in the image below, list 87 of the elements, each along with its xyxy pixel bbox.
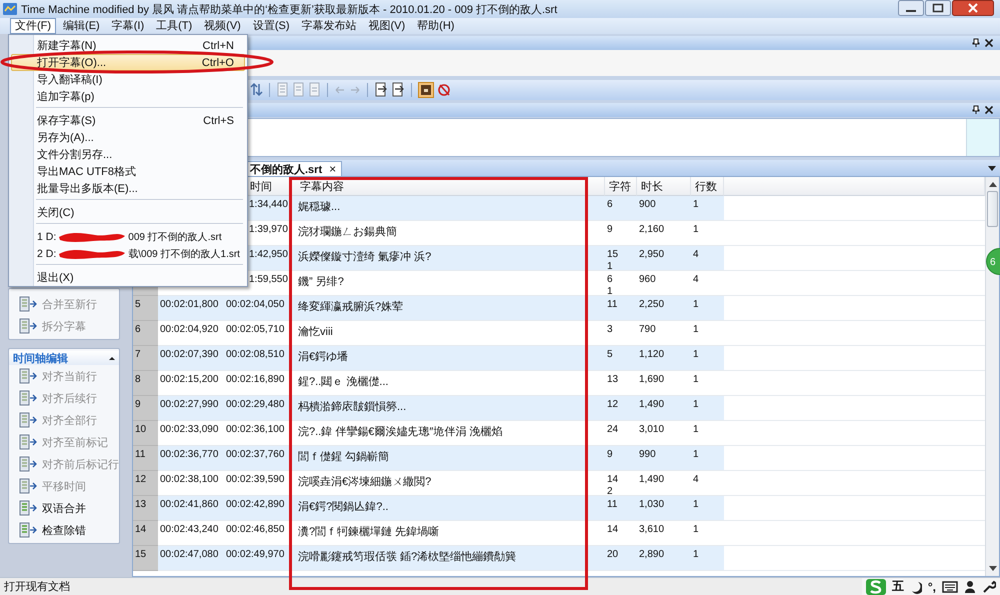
table-cell: 1,030: [637, 496, 691, 521]
table-cell: 20: [605, 546, 637, 571]
table-cell: 2,250: [637, 296, 691, 321]
tab-close-button[interactable]: ×: [329, 163, 336, 175]
table-cell: 2,890: [637, 546, 691, 571]
table-cell: 00:02:49,970: [224, 546, 290, 571]
table-cell: 浜嬫儏鏇寸潱绮 氭瘮冲 浜?: [290, 246, 605, 271]
table-cell: 00:02:41,860: [158, 496, 224, 521]
table-cell: 9: [605, 446, 637, 471]
menu-option[interactable]: 导出MAC UTF8格式: [11, 163, 245, 180]
table-cell: 娓穏璩...: [290, 196, 605, 221]
menu-option[interactable]: 导入翻译稿(I): [11, 71, 245, 88]
window-title: Time Machine modified by 晨风 请点帮助菜单中的‘检查更新’获取最新版本 - 2010.01.20 - 009 打不倒的敌人.srt: [21, 2, 558, 16]
ime-button[interactable]: °,: [928, 580, 936, 594]
table-cell: 1: [691, 346, 724, 371]
menu-item[interactable]: 字幕发布站: [296, 18, 362, 34]
table-cell: 00:02:36,770: [158, 446, 224, 471]
table-cell: 杩樻湁鍗庡皵鎻愪簩...: [290, 396, 605, 421]
menu-option[interactable]: 保存字幕(S) Ctrl+S: [11, 112, 245, 129]
recent-file-link[interactable]: 1 D:: [37, 230, 56, 242]
table-cell: 1: [691, 446, 724, 471]
table-cell: 1: [691, 196, 724, 221]
menu-option[interactable]: 新建字幕(N) Ctrl+N: [11, 37, 245, 54]
row-header[interactable]: 11: [133, 446, 158, 471]
row-header[interactable]: 6: [133, 321, 158, 346]
table-cell: 6: [605, 196, 637, 221]
column-header[interactable]: 行数: [691, 177, 724, 196]
menu-item[interactable]: 视频(V): [199, 18, 246, 34]
table-cell: 涓€鍔?閱鍋亾鍏?..: [290, 496, 605, 521]
table-cell: 00:02:37,760: [224, 446, 290, 471]
row-header[interactable]: 10: [133, 421, 158, 446]
row-header[interactable]: 13: [133, 496, 158, 521]
row-header[interactable]: 7: [133, 346, 158, 371]
row-header[interactable]: 12: [133, 471, 158, 496]
table-cell: 涓€鍔ゆ墦: [290, 346, 605, 371]
panel-header[interactable]: 时间轴编辑: [9, 351, 119, 365]
table-cell: 990: [637, 446, 691, 471]
table-cell: 00:02:04,050: [224, 296, 290, 321]
table-cell: 00:02:08,510: [224, 346, 290, 371]
table-cell: 閭ｆ儊鍟 勾鍋嶄簡: [290, 446, 605, 471]
table-cell: 00:02:01,800: [158, 296, 224, 321]
recent-file-link[interactable]: 009 打不倒的敌人.srt: [128, 230, 222, 244]
table-cell: 00:02:27,990: [158, 396, 224, 421]
table-cell: 00:02:42,890: [224, 496, 290, 521]
document-tab[interactable]: 不倒的敌人.srt ×: [247, 161, 342, 176]
table-cell: 1: [691, 396, 724, 421]
recent-file-link[interactable]: 2 D:: [37, 248, 56, 260]
menu-item[interactable]: 设置(S): [248, 18, 294, 34]
table-cell: 11: [605, 296, 637, 321]
table-cell: 11: [605, 496, 637, 521]
menu-item[interactable]: 编辑(E): [58, 18, 105, 34]
row-header[interactable]: 9: [133, 396, 158, 421]
sidebar-item[interactable]: 检查除错: [9, 519, 119, 541]
table-cell: 1,120: [637, 346, 691, 371]
table-cell: 00:02:47,080: [158, 546, 224, 571]
table-cell: 00:02:07,390: [158, 346, 224, 371]
status-text: 打开现有文档: [4, 580, 70, 594]
table-cell: 浣嗗彲鑳戒笉瑕佸彂 鍤?浠栨墍缁忚繃鐨勪簨: [290, 546, 605, 571]
row-header[interactable]: 8: [133, 371, 158, 396]
table-cell: 00:02:29,480: [224, 396, 290, 421]
table-cell: 12: [605, 396, 637, 421]
menu-option[interactable]: 文件分割另存...: [11, 146, 245, 163]
row-header[interactable]: 15: [133, 546, 158, 571]
row-header[interactable]: 14: [133, 521, 158, 546]
table-cell: 1: [691, 496, 724, 521]
table-cell: 绛変緷瀛戒腑浜?姝荤: [290, 296, 605, 321]
menu-item[interactable]: 视图(V): [364, 18, 410, 34]
table-cell: 1: [691, 546, 724, 571]
table-cell: 15 1: [605, 246, 637, 271]
menu-option[interactable]: 追加字幕(p): [11, 88, 245, 105]
menu-item[interactable]: 文件(F): [10, 18, 56, 34]
column-header[interactable]: 字符: [605, 177, 637, 196]
row-header[interactable]: 5: [133, 296, 158, 321]
menu-option[interactable]: 另存为(A)...: [11, 129, 245, 146]
table-cell: 2,950: [637, 246, 691, 271]
menu-item[interactable]: 工具(T): [151, 18, 198, 34]
table-cell: 1: [691, 296, 724, 321]
column-header[interactable]: 时长: [637, 177, 691, 196]
table-cell: 5: [605, 346, 637, 371]
menu-item[interactable]: 帮助(H): [412, 18, 460, 34]
panel-title: 时间轴编辑: [13, 352, 68, 366]
sidebar-item[interactable]: 双语合并: [9, 497, 119, 519]
table-cell: 1,490: [637, 396, 691, 421]
table-cell: 4: [691, 246, 724, 271]
menu-item[interactable]: 字幕(I): [106, 18, 150, 34]
table-cell: 900: [637, 196, 691, 221]
ime-button[interactable]: 五: [892, 578, 904, 595]
